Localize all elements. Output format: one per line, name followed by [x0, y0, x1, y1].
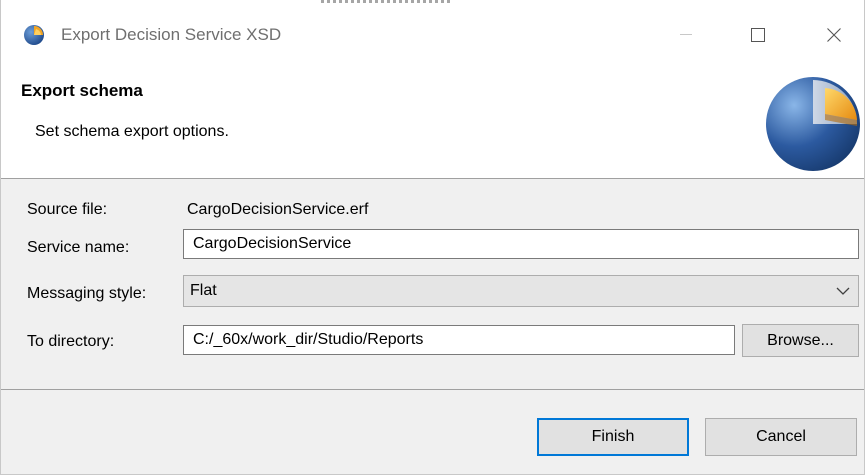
- pie-chart-logo-icon: [766, 77, 860, 171]
- to-directory-label: To directory:: [27, 333, 115, 350]
- minimize-icon: [680, 34, 692, 35]
- footer-divider: [1, 389, 864, 390]
- export-dialog-window: Export Decision Service XSD Export schem…: [0, 0, 865, 475]
- messaging-style-selected: Flat: [190, 282, 217, 299]
- minimize-button[interactable]: [663, 18, 709, 52]
- source-file-label: Source file:: [27, 201, 108, 218]
- close-button[interactable]: [811, 18, 857, 52]
- background-text-fragment: [321, 0, 451, 3]
- chevron-down-icon: [836, 287, 850, 295]
- window-title: Export Decision Service XSD: [61, 25, 282, 44]
- service-name-label: Service name:: [27, 239, 130, 256]
- browse-button[interactable]: Browse...: [742, 324, 859, 357]
- page-description: Set schema export options.: [35, 123, 229, 140]
- messaging-style-label: Messaging style:: [27, 285, 147, 302]
- wizard-header-banner: Export schema Set schema export options.: [1, 70, 864, 179]
- close-icon: [827, 28, 841, 42]
- cancel-button[interactable]: Cancel: [705, 418, 857, 456]
- app-logo-icon: [24, 25, 44, 45]
- messaging-style-dropdown[interactable]: Flat: [183, 275, 859, 307]
- title-bar[interactable]: Export Decision Service XSD: [1, 0, 864, 70]
- maximize-button[interactable]: [735, 18, 781, 52]
- finish-button[interactable]: Finish: [537, 418, 689, 456]
- service-name-field[interactable]: CargoDecisionService: [183, 229, 859, 259]
- source-file-value: CargoDecisionService.erf: [187, 201, 369, 218]
- to-directory-field[interactable]: C:/_60x/work_dir/Studio/Reports: [183, 325, 735, 355]
- export-options-form: Source file: CargoDecisionService.erf Se…: [1, 179, 864, 389]
- background-window-fragment: [1, 0, 864, 4]
- page-title: Export schema: [21, 81, 143, 100]
- maximize-icon: [751, 28, 765, 42]
